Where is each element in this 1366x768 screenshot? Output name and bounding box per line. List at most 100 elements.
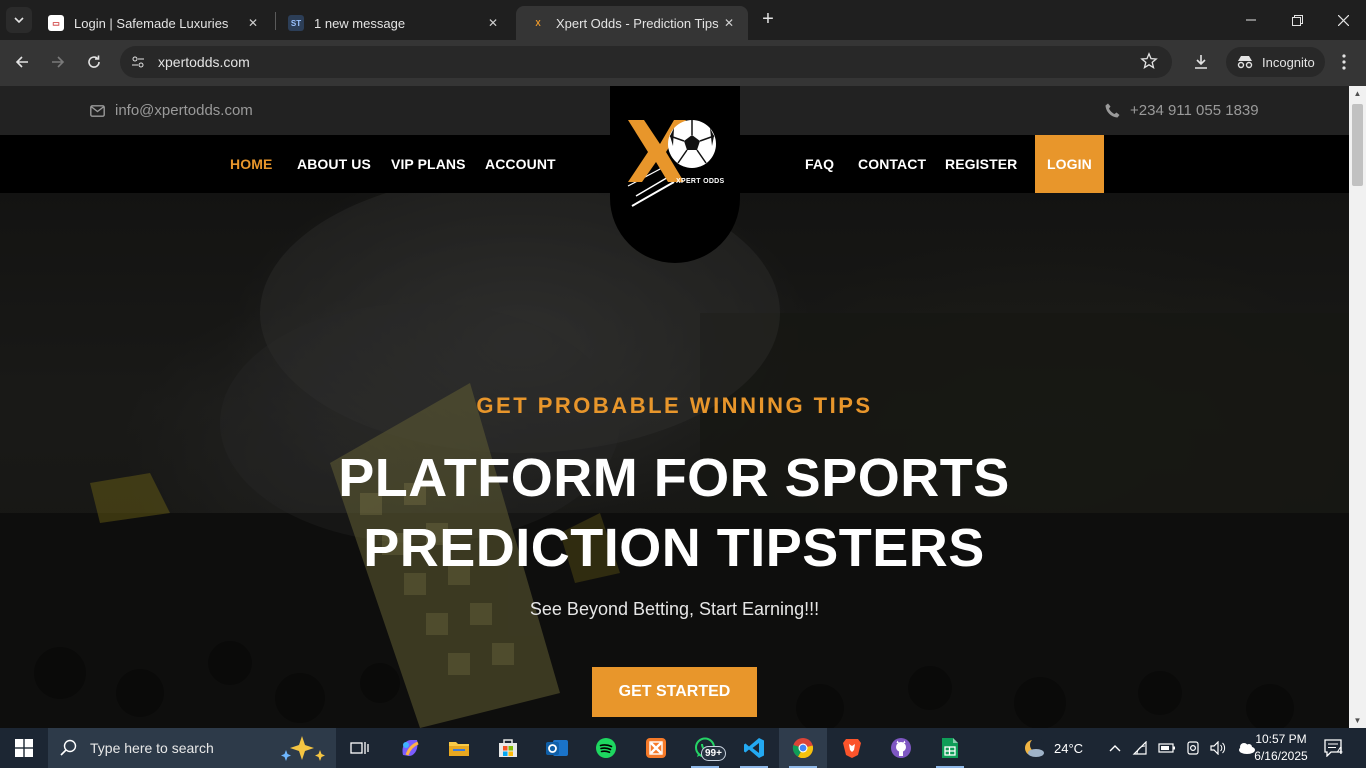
scroll-thumb[interactable] [1352,104,1363,186]
taskbar-google-sheets[interactable] [926,728,974,768]
site-logo[interactable]: XPERT ODDS [610,86,740,263]
taskbar-xampp[interactable] [632,728,680,768]
brave-icon [843,739,861,758]
clock-time: 10:57 PM [1255,732,1307,746]
scroll-up-arrow-icon[interactable]: ▲ [1353,89,1362,98]
tune-icon [132,56,144,68]
nav-vip-plans[interactable]: VIP PLANS [391,135,466,193]
arrow-left-icon [15,56,28,68]
incognito-indicator[interactable]: Incognito [1226,47,1325,77]
meet-now-icon[interactable] [1186,740,1200,756]
vscode-icon [744,738,764,758]
start-button[interactable] [0,728,48,768]
tab-message[interactable]: ST 1 new message ✕ [274,6,512,40]
taskbar-outlook[interactable] [533,728,581,768]
message-favicon-icon: ST [288,15,304,31]
taskbar-spotify[interactable] [582,728,630,768]
restore-icon [1291,14,1303,26]
scroll-down-arrow-icon[interactable]: ▼ [1353,716,1362,725]
reload-icon [88,55,100,68]
taskbar-search-box[interactable]: Type here to search [48,728,336,768]
nav-about-us[interactable]: ABOUT US [297,135,371,193]
tab-title: Login | Safemade Luxuries [74,15,229,31]
download-button[interactable] [1190,51,1212,73]
contact-email[interactable]: info@xpertodds.com [90,102,253,119]
notification-count: 4 [1337,746,1343,757]
more-vertical-icon [1342,54,1346,70]
close-icon[interactable]: ✕ [484,14,502,32]
hero-kicker: GET PROBABLE WINNING TIPS [476,393,873,418]
bookmark-star-button[interactable] [1140,52,1160,72]
xpert-odds-logo-icon [627,120,716,207]
address-bar[interactable]: xpertodds.com [120,46,1172,78]
folder-icon [449,742,469,756]
tab-title: Xpert Odds - Prediction Tips [556,15,719,31]
site-info-button[interactable] [126,50,150,74]
hero-title: PLATFORM FOR SPORTS PREDICTION TIPSTERS [338,448,1010,578]
close-icon [1337,14,1349,26]
taskbar-chrome[interactable] [779,728,827,768]
get-started-button[interactable]: GET STARTED [592,667,757,717]
nav-home[interactable]: HOME [230,135,272,193]
page-scrollbar[interactable]: ▲ ▼ [1349,86,1366,728]
hero-section: GET PROBABLE WINNING TIPS PLATFORM FOR S… [0,193,1349,728]
tab-xpertodds[interactable]: X Xpert Odds - Prediction Tips ✕ [516,6,748,40]
spreadsheet-icon [942,738,958,758]
wifi-icon[interactable] [1132,741,1148,755]
spotify-icon [596,738,616,758]
taskbar-whatsapp[interactable]: 99+ [681,728,729,768]
chevron-up-icon[interactable] [1108,743,1122,753]
search-icon [60,739,77,756]
taskbar-brave[interactable] [828,728,876,768]
task-view-button[interactable] [336,728,384,768]
taskbar-github-desktop[interactable] [877,728,925,768]
reload-button[interactable] [80,48,108,76]
moon-cloud-icon [1025,738,1044,757]
tab-safemade[interactable]: ▭ Login | Safemade Luxuries ✕ [34,6,272,40]
taskbar-vscode[interactable] [730,728,778,768]
xampp-icon [646,738,666,758]
store-icon [499,739,517,757]
nav-faq[interactable]: FAQ [805,135,834,193]
nav-register[interactable]: REGISTER [945,135,1017,193]
tab-search-button[interactable] [6,7,32,33]
contact-phone[interactable]: +234 911 055 1839 [1105,102,1259,119]
back-button[interactable] [8,48,36,76]
new-tab-button[interactable]: + [757,9,779,31]
nav-contact[interactable]: CONTACT [858,135,926,193]
battery-icon[interactable] [1158,742,1176,754]
logo-text: XPERT ODDS [676,178,725,185]
phone-icon [1105,103,1120,118]
chrome-icon [792,738,814,759]
download-icon [1195,55,1207,69]
envelope-icon [90,104,105,117]
outlook-icon [546,740,568,756]
nav-account[interactable]: ACCOUNT [485,135,556,193]
search-placeholder: Type here to search [90,740,214,756]
whatsapp-badge: 99+ [701,746,726,761]
forward-button[interactable] [44,48,72,76]
url-text: xpertodds.com [158,54,250,70]
page-viewport: info@xpertodds.com +234 911 055 1839 HOM… [0,86,1349,728]
email-text: info@xpertodds.com [115,102,253,119]
restore-button[interactable] [1274,0,1320,40]
close-icon[interactable]: ✕ [720,14,738,32]
nav-login-button[interactable]: LOGIN [1035,135,1104,193]
browser-menu-button[interactable] [1333,51,1355,73]
speaker-icon[interactable] [1210,741,1226,755]
star-icon [1140,52,1158,70]
taskbar-file-explorer[interactable] [435,728,483,768]
minimize-icon [1246,19,1256,21]
system-clock[interactable]: 10:57 PM 6/16/2025 [1252,731,1310,765]
weather-widget[interactable]: 24°C [1022,728,1083,768]
incognito-label: Incognito [1262,54,1315,70]
clock-date: 6/16/2025 [1254,749,1308,763]
minimize-button[interactable] [1228,0,1274,40]
close-icon[interactable]: ✕ [244,14,262,32]
taskbar-microsoft-store[interactable] [484,728,532,768]
notification-center-button[interactable]: 4 [1324,728,1344,768]
taskbar-copilot[interactable] [386,728,434,768]
browser-tabstrip: ▭ Login | Safemade Luxuries ✕ ST 1 new m… [0,0,1366,40]
chevron-down-icon [14,17,24,24]
close-window-button[interactable] [1320,0,1366,40]
